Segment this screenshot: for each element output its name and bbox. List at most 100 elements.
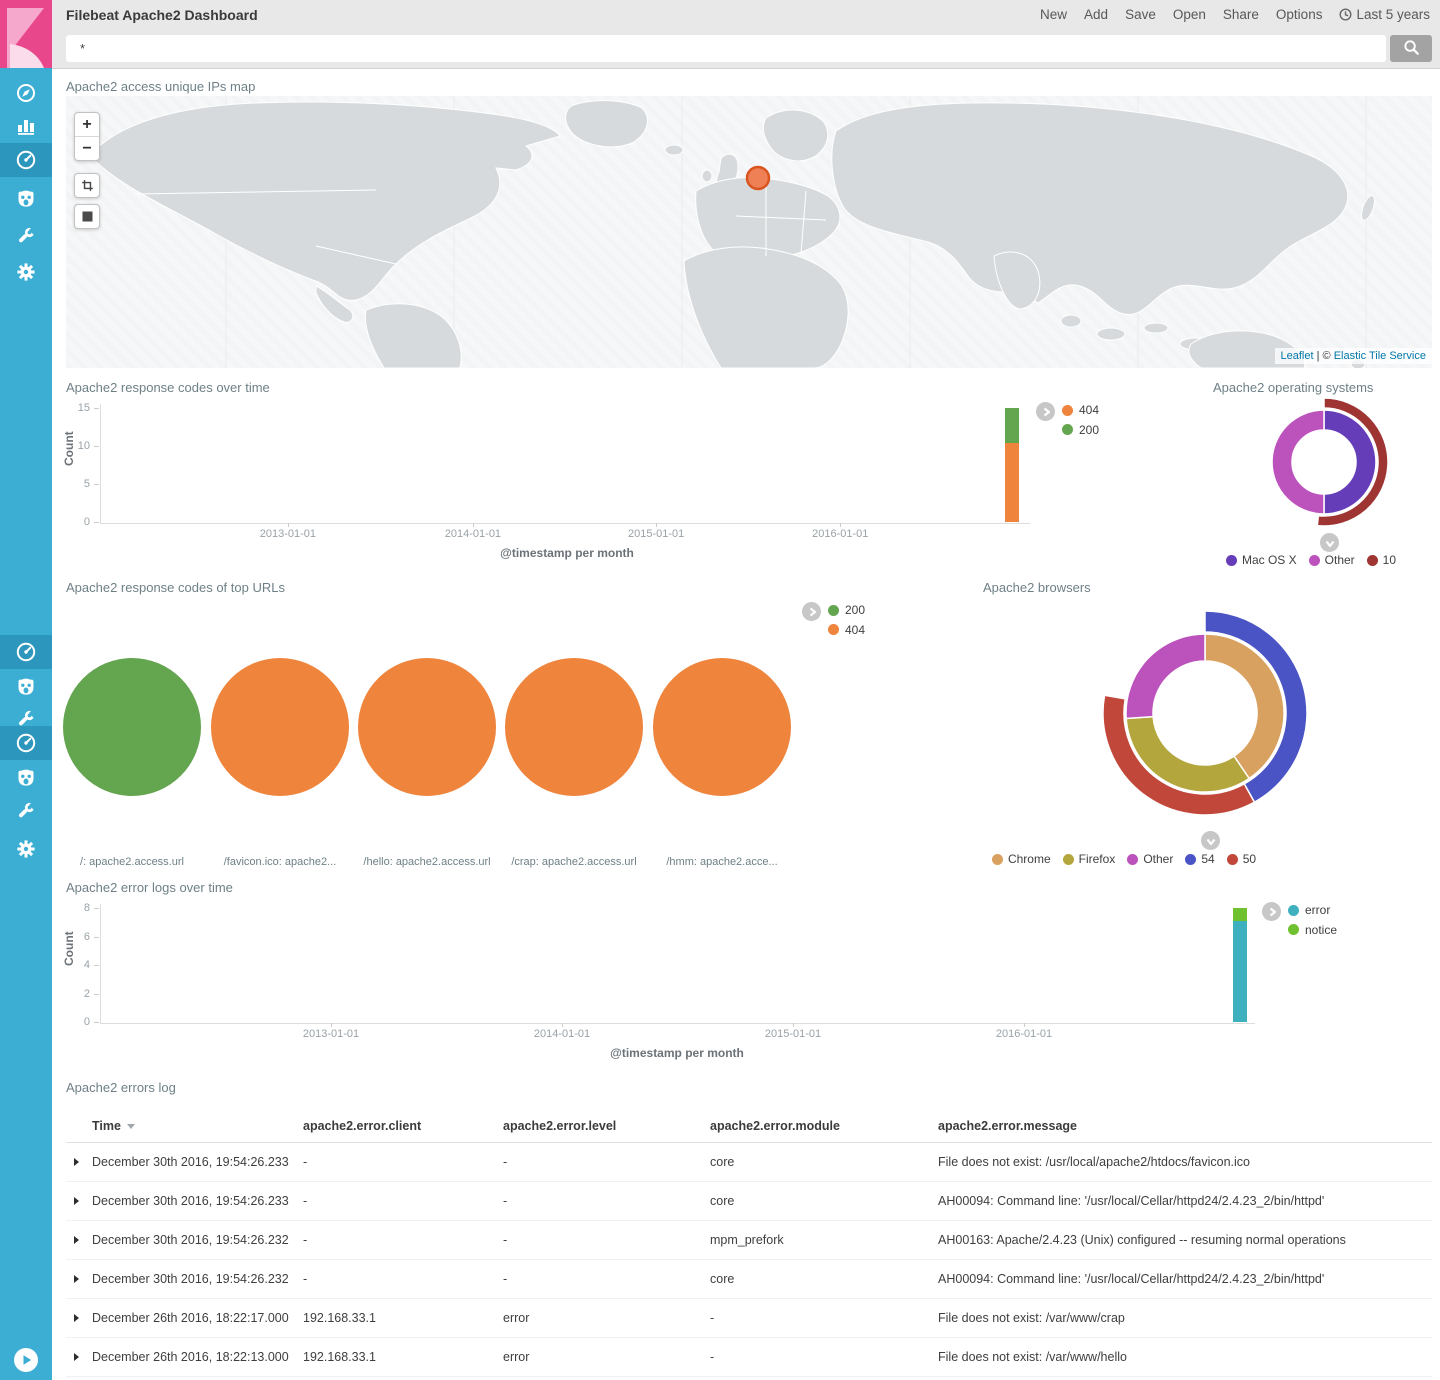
- response-codes-bar-segment-404[interactable]: [1005, 443, 1019, 522]
- expand-row-icon[interactable]: [74, 1197, 79, 1205]
- table-cell: -: [503, 1155, 710, 1169]
- timelion-icon: [15, 188, 37, 210]
- operating-systems-slice-Other[interactable]: [1272, 410, 1324, 514]
- sidebar-item-dev-tools[interactable]: [15, 225, 37, 247]
- response-codes-legend-item[interactable]: 404: [1062, 403, 1099, 417]
- browsers-legend-item[interactable]: 54: [1185, 852, 1214, 866]
- pie-200-0[interactable]: [63, 658, 201, 796]
- table-cell: mpm_prefork: [710, 1233, 938, 1247]
- expand-row-icon[interactable]: [74, 1353, 79, 1361]
- sidebar-item-management[interactable]: [15, 838, 37, 860]
- time-picker[interactable]: Last 5 years: [1339, 7, 1430, 22]
- error-logs-x-axis: [100, 1023, 1255, 1024]
- expand-row-icon[interactable]: [74, 1236, 79, 1244]
- browsers-panel-title: Apache2 browsers: [983, 580, 1091, 595]
- table-cell: December 30th 2016, 19:54:26.232: [92, 1272, 303, 1286]
- column-header-1[interactable]: apache2.error.client: [303, 1119, 503, 1133]
- clock-icon: [1339, 8, 1352, 21]
- nav-item-save[interactable]: Save: [1125, 7, 1156, 22]
- copyright-symbol: ©: [1323, 350, 1331, 362]
- map[interactable]: + − Leaflet | © Elastic Tile Service: [66, 96, 1432, 368]
- zoom-in-button[interactable]: +: [75, 113, 99, 137]
- browsers-legend-item[interactable]: Firefox: [1063, 852, 1116, 866]
- table-row[interactable]: December 26th 2016, 18:22:13.000192.168.…: [66, 1338, 1432, 1377]
- sidebar-item-visualize[interactable]: [15, 115, 37, 137]
- expand-row-icon[interactable]: [74, 1314, 79, 1322]
- operating-systems-legend-item[interactable]: Mac OS X: [1226, 553, 1297, 567]
- pie-404-4[interactable]: [653, 658, 791, 796]
- table-row[interactable]: December 30th 2016, 19:54:26.232--coreAH…: [66, 1260, 1432, 1299]
- column-header-0[interactable]: Time: [92, 1119, 303, 1133]
- legend-label: Mac OS X: [1242, 553, 1297, 567]
- search-button[interactable]: [1390, 35, 1432, 62]
- operating-systems-legend-item[interactable]: Other: [1309, 553, 1355, 567]
- sidebar-item-dashboard[interactable]: [15, 149, 37, 171]
- leaflet-link[interactable]: Leaflet: [1281, 350, 1314, 362]
- column-header-3[interactable]: apache2.error.module: [710, 1119, 938, 1133]
- operating-systems-legend-item[interactable]: 10: [1367, 553, 1396, 567]
- map-marker[interactable]: [747, 167, 769, 189]
- search-input[interactable]: [66, 35, 1386, 62]
- kibana-logo[interactable]: [0, 0, 52, 68]
- column-header-4[interactable]: apache2.error.message: [938, 1119, 1432, 1133]
- zoom-out-button[interactable]: −: [75, 137, 99, 160]
- table-row[interactable]: December 30th 2016, 19:54:26.233--coreFi…: [66, 1143, 1432, 1182]
- sidebar: [0, 68, 52, 1380]
- legend-swatch: [1226, 555, 1237, 566]
- sidebar-item-dashboard[interactable]: [15, 732, 37, 754]
- column-header-2[interactable]: apache2.error.level: [503, 1119, 710, 1133]
- browsers-legend-item[interactable]: Chrome: [992, 852, 1051, 866]
- browsers-legend-toggle[interactable]: [1201, 831, 1220, 850]
- sort-descending-icon[interactable]: [127, 1124, 135, 1129]
- top-urls-legend-item[interactable]: 200: [828, 603, 865, 617]
- table-cell: -: [503, 1272, 710, 1286]
- sidebar-item-dashboard[interactable]: [15, 641, 37, 663]
- response-codes-legend-item[interactable]: 200: [1062, 423, 1099, 437]
- sidebar-item-timelion[interactable]: [15, 188, 37, 210]
- browsers-slice-Other[interactable]: [1126, 634, 1205, 719]
- error-logs-legend-item[interactable]: notice: [1288, 923, 1337, 937]
- top-urls-legend-toggle[interactable]: [802, 602, 821, 621]
- pie-404-3[interactable]: [505, 658, 643, 796]
- error-logs-bar-segment-error[interactable]: [1233, 921, 1247, 1022]
- response-codes-bar-segment-200[interactable]: [1005, 408, 1019, 443]
- table-row[interactable]: December 30th 2016, 19:54:26.233--coreAH…: [66, 1182, 1432, 1221]
- sidebar-collapse-button[interactable]: [13, 1347, 39, 1373]
- browsers-legend-item[interactable]: 50: [1227, 852, 1256, 866]
- pie-404-1[interactable]: [211, 658, 349, 796]
- y-tick: [94, 484, 99, 485]
- dashboard-icon: [15, 149, 37, 171]
- elastic-tile-service-link[interactable]: Elastic Tile Service: [1334, 350, 1426, 362]
- nav-item-options[interactable]: Options: [1276, 7, 1323, 22]
- draw-rectangle-button[interactable]: [74, 173, 100, 198]
- error-logs-x-axis-title: @timestamp per month: [577, 1046, 777, 1060]
- sidebar-item-timelion[interactable]: [15, 676, 37, 698]
- error-logs-legend-toggle[interactable]: [1262, 902, 1281, 921]
- table-row[interactable]: December 26th 2016, 18:22:17.000192.168.…: [66, 1299, 1432, 1338]
- fit-bounds-button[interactable]: [74, 204, 100, 229]
- top-urls-legend-item[interactable]: 404: [828, 623, 865, 637]
- sidebar-item-dev-tools[interactable]: [15, 800, 37, 822]
- x-tick: [473, 523, 474, 527]
- nav-item-add[interactable]: Add: [1084, 7, 1108, 22]
- operating-systems-legend-toggle[interactable]: [1320, 533, 1339, 552]
- sidebar-item-timelion[interactable]: [15, 767, 37, 789]
- legend-swatch: [828, 605, 839, 616]
- nav-item-open[interactable]: Open: [1173, 7, 1206, 22]
- pie-404-2[interactable]: [358, 658, 496, 796]
- legend-label: 10: [1383, 553, 1396, 567]
- expand-row-icon[interactable]: [74, 1275, 79, 1283]
- browsers-legend-item[interactable]: Other: [1127, 852, 1173, 866]
- legend-label: Other: [1325, 553, 1355, 567]
- error-logs-y-tick-label: 0: [58, 1016, 90, 1028]
- nav-item-new[interactable]: New: [1040, 7, 1067, 22]
- sidebar-item-discover[interactable]: [15, 82, 37, 104]
- expand-row-icon[interactable]: [74, 1158, 79, 1166]
- error-logs-legend-item[interactable]: error: [1288, 903, 1330, 917]
- error-logs-bar-segment-notice[interactable]: [1233, 908, 1247, 921]
- sidebar-item-management[interactable]: [15, 261, 37, 283]
- response-codes-legend-toggle[interactable]: [1036, 402, 1055, 421]
- table-cell: error: [503, 1350, 710, 1364]
- table-row[interactable]: December 30th 2016, 19:54:26.232--mpm_pr…: [66, 1221, 1432, 1260]
- nav-item-share[interactable]: Share: [1223, 7, 1259, 22]
